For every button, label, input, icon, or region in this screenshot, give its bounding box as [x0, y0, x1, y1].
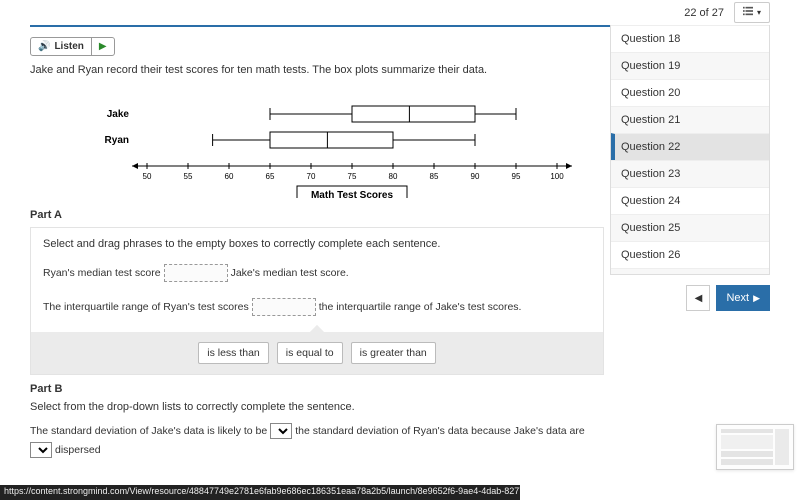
sentence-1-after: Jake's median test score. [231, 267, 349, 279]
chevron-down-icon: ▾ [757, 8, 761, 17]
svg-text:65: 65 [266, 172, 275, 181]
svg-text:100: 100 [550, 172, 564, 181]
part-a-instructions: Select and drag phrases to the empty box… [43, 238, 591, 250]
question-nav-item[interactable]: Question 18 [611, 25, 769, 52]
partb-mid: the standard deviation of Ryan's data be… [295, 425, 584, 437]
question-nav-item[interactable]: Question 22 [611, 133, 769, 160]
drop-target-1[interactable] [164, 264, 228, 282]
question-list-toggle[interactable]: ▾ [734, 2, 770, 23]
question-nav-item[interactable]: Question 27 [611, 268, 769, 275]
next-label: Next [726, 292, 749, 304]
prev-button[interactable]: ◀ [686, 285, 710, 311]
svg-text:50: 50 [143, 172, 152, 181]
svg-text:85: 85 [430, 172, 439, 181]
sentence-1-before: Ryan's median test score [43, 267, 161, 279]
list-icon [743, 6, 753, 19]
drag-chip[interactable]: is greater than [351, 342, 436, 364]
question-nav-item[interactable]: Question 19 [611, 52, 769, 79]
page-thumbnail[interactable] [716, 424, 794, 470]
question-nav-item[interactable]: Question 23 [611, 160, 769, 187]
partb-before: The standard deviation of Jake's data is… [30, 425, 267, 437]
svg-text:75: 75 [348, 172, 357, 181]
svg-text:90: 90 [471, 172, 480, 181]
sentence-2: The interquartile range of Ryan's test s… [43, 298, 591, 316]
speaker-icon: 🔊 [38, 41, 50, 52]
question-sidebar: Question 18Question 19Question 20Questio… [610, 25, 770, 311]
question-nav-item[interactable]: Question 24 [611, 187, 769, 214]
sentence-2-after: the interquartile range of Jake's test s… [319, 301, 522, 313]
svg-text:80: 80 [389, 172, 398, 181]
next-button[interactable]: Next ▶ [716, 285, 770, 311]
listen-label: Listen [54, 41, 83, 52]
chevron-right-icon: ▶ [753, 293, 760, 304]
boxplot-chart: 50 55 60 65 70 75 80 85 90 95 100 Jake Ryan Math Test… [30, 88, 604, 198]
part-b-title: Part B [30, 383, 604, 395]
position-indicator: 22 of 27 [684, 7, 724, 19]
question-nav-item[interactable]: Question 20 [611, 79, 769, 106]
svg-text:Ryan: Ryan [105, 135, 129, 146]
drag-chip[interactable]: is less than [198, 342, 269, 364]
question-list[interactable]: Question 18Question 19Question 20Questio… [610, 25, 770, 275]
question-intro: Jake and Ryan record their test scores f… [30, 64, 604, 76]
question-nav-item[interactable]: Question 26 [611, 241, 769, 268]
sentence-2-before: The interquartile range of Ryan's test s… [43, 301, 249, 313]
part-b-instructions: Select from the drop-down lists to corre… [30, 401, 604, 413]
svg-text:55: 55 [184, 172, 193, 181]
dropdown-1[interactable] [270, 423, 292, 439]
drag-chip[interactable]: is equal to [277, 342, 343, 364]
drag-source-bar: is less than is equal to is greater than [31, 332, 603, 374]
svg-text:60: 60 [225, 172, 234, 181]
question-nav-item[interactable]: Question 25 [611, 214, 769, 241]
svg-text:70: 70 [307, 172, 316, 181]
play-button[interactable]: ▶ [92, 38, 114, 55]
listen-widget: 🔊 Listen ▶ [30, 37, 115, 56]
svg-text:Jake: Jake [107, 109, 130, 120]
dropdown-2[interactable] [30, 442, 52, 458]
part-a-title: Part A [30, 209, 604, 221]
sentence-1: Ryan's median test score Jake's median t… [43, 264, 591, 282]
browser-status-bar: https://content.strongmind.com/View/reso… [0, 485, 520, 500]
partb-after: dispersed [55, 444, 101, 456]
part-b-sentence: The standard deviation of Jake's data is… [30, 423, 604, 458]
question-nav-item[interactable]: Question 21 [611, 106, 769, 133]
listen-button[interactable]: 🔊 Listen [31, 38, 92, 55]
svg-text:Math Test Scores: Math Test Scores [311, 190, 393, 198]
svg-text:95: 95 [512, 172, 521, 181]
part-a-panel: Select and drag phrases to the empty box… [30, 227, 604, 375]
question-content: 🔊 Listen ▶ Jake and Ryan record their te… [30, 25, 610, 480]
drop-target-2[interactable] [252, 298, 316, 316]
